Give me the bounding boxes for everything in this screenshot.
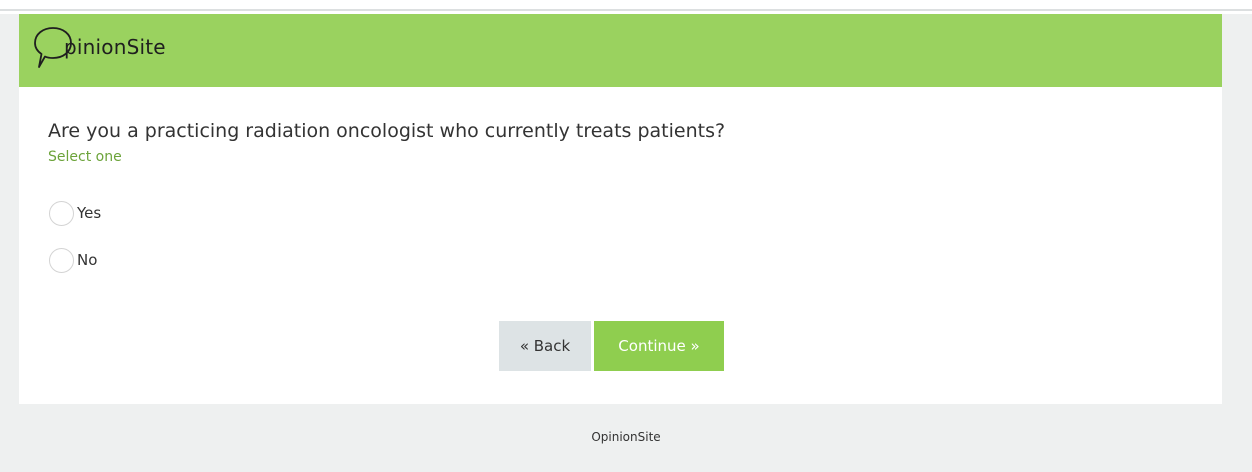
site-logo: pinionSite [32,24,212,76]
question-hint: Select one [48,149,122,165]
option-no[interactable]: No [49,247,97,273]
question-text: Are you a practicing radiation oncologis… [48,120,726,142]
top-divider [0,9,1252,11]
survey-card: pinionSite Are you a practicing radiatio… [19,14,1222,404]
radio-no[interactable] [49,247,74,273]
radio-yes[interactable] [49,200,74,226]
logo-text: pinionSite [64,35,166,59]
top-strip [0,0,1252,14]
back-button[interactable]: « Back [499,321,591,371]
option-label-yes: Yes [77,204,102,222]
option-yes[interactable]: Yes [49,200,101,226]
footer-text: OpinionSite [591,430,661,444]
site-header: pinionSite [19,14,1222,87]
option-label-no: No [77,251,98,269]
continue-button[interactable]: Continue » [594,321,724,371]
